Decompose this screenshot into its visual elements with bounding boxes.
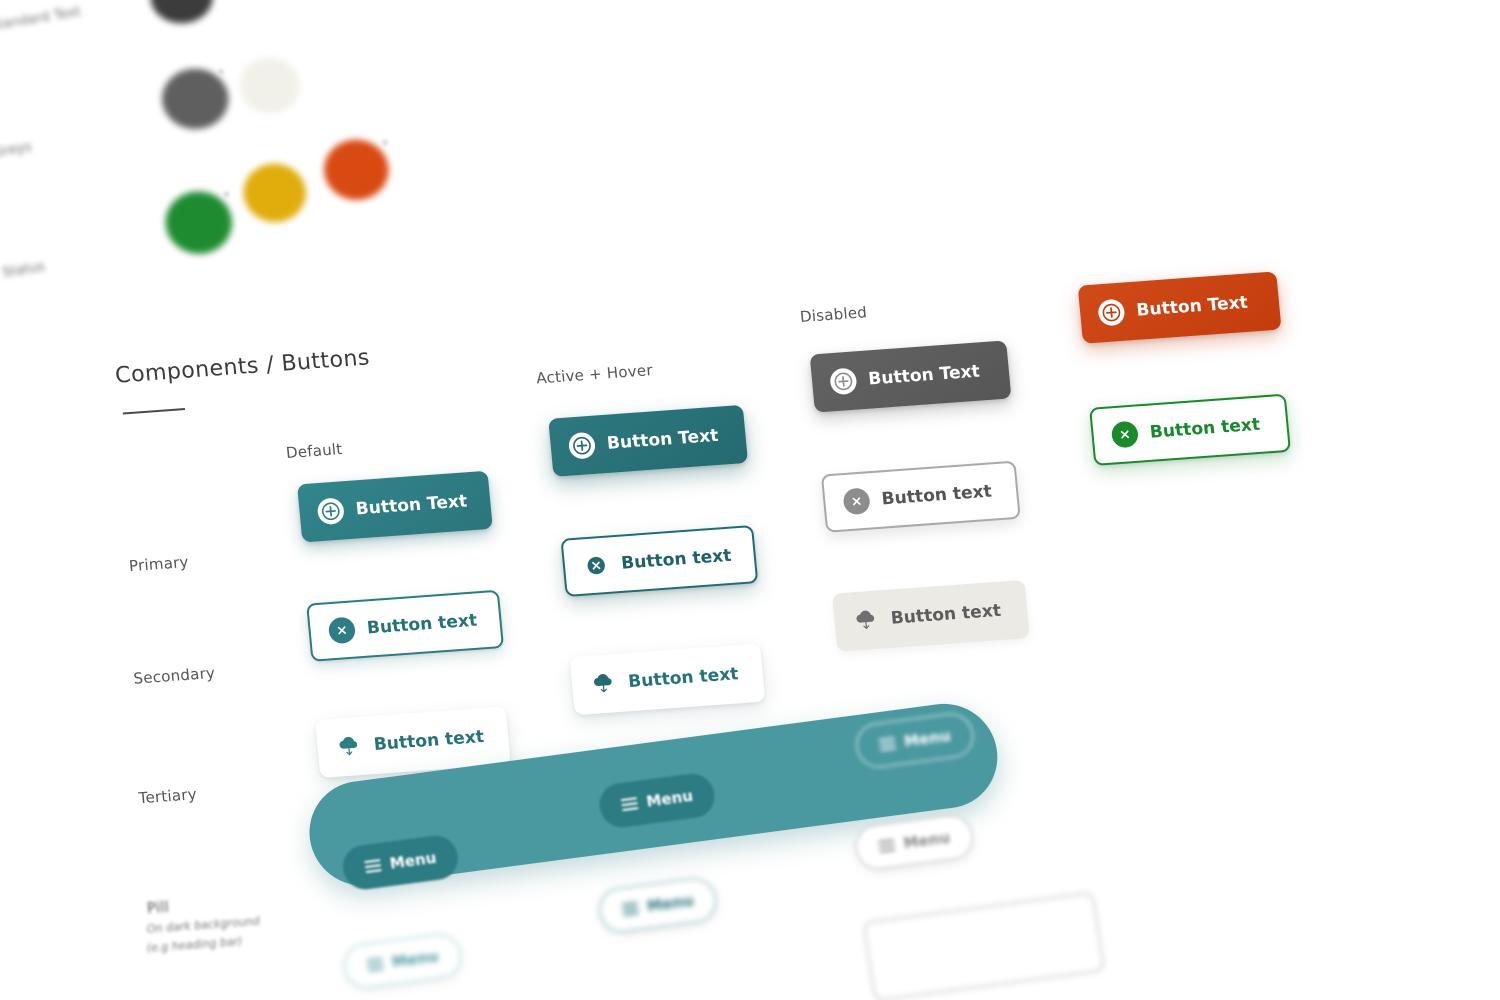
plus-circle-icon bbox=[316, 497, 346, 526]
swatch-row-label-standard-text: Standard Text bbox=[0, 4, 83, 35]
title-underline bbox=[122, 407, 186, 415]
column-header-disabled: Disabled bbox=[799, 303, 868, 327]
row-label-primary: Primary bbox=[128, 552, 190, 576]
swatch-text-dark bbox=[148, 0, 216, 26]
cropped-card-outline bbox=[862, 891, 1106, 1000]
button-primary-default[interactable]: Button Text bbox=[296, 470, 493, 543]
row-label-pill: Pill bbox=[146, 897, 170, 918]
button-tertiary-disabled: Button text bbox=[831, 579, 1030, 652]
button-label: Button text bbox=[366, 610, 478, 639]
cloud-download-icon bbox=[852, 607, 880, 635]
button-tertiary-active-hover[interactable]: Button text bbox=[569, 643, 766, 716]
pill-label: Menu bbox=[902, 726, 952, 751]
sheet-canvas: Standard Text Greys Status Components / … bbox=[0, 0, 1500, 1000]
swatch-row-label-status: Status bbox=[1, 259, 47, 282]
button-secondary-success[interactable]: Button text bbox=[1089, 393, 1291, 466]
button-primary-disabled: Button Text bbox=[809, 340, 1012, 413]
pill-label: Menu bbox=[390, 947, 440, 972]
swatch-marker-dot bbox=[223, 191, 230, 198]
button-label: Button Text bbox=[354, 491, 469, 520]
pill-label: Menu bbox=[388, 848, 438, 873]
swatch-status-red bbox=[321, 137, 392, 203]
hamburger-icon bbox=[364, 859, 382, 874]
button-label: Button text bbox=[889, 600, 1002, 629]
swatch-status-green bbox=[162, 189, 235, 257]
swatch-row-label-greys: Greys bbox=[0, 139, 34, 161]
hamburger-icon bbox=[620, 797, 639, 812]
button-secondary-disabled: Button text bbox=[820, 460, 1021, 533]
hamburger-icon bbox=[878, 737, 897, 752]
swatch-marker-dot bbox=[217, 68, 225, 76]
swatch-marker-dot bbox=[381, 139, 389, 146]
column-header-active-hover: Active + Hover bbox=[535, 361, 654, 388]
page-title: Components / Buttons bbox=[114, 345, 371, 389]
plus-circle-icon bbox=[829, 367, 858, 396]
button-label: Button text bbox=[620, 545, 733, 574]
button-label: Button text bbox=[880, 481, 993, 510]
row-label-tertiary: Tertiary bbox=[137, 785, 198, 808]
cloud-download-icon bbox=[335, 733, 363, 761]
row-sublabel-pill-line1: On dark background bbox=[146, 914, 261, 936]
pill-label: Menu bbox=[645, 891, 695, 916]
hamburger-icon bbox=[366, 957, 385, 972]
hamburger-icon bbox=[621, 901, 640, 916]
swatch-grey-mid bbox=[159, 66, 232, 132]
swatch-grey-offwhite bbox=[237, 55, 303, 116]
column-header-default: Default bbox=[285, 439, 344, 463]
row-sublabel-pill-line2: (e.g heading bar) bbox=[146, 934, 244, 955]
pill-label: Menu bbox=[902, 828, 952, 853]
button-label: Button Text bbox=[606, 425, 720, 454]
button-secondary-default[interactable]: Button text bbox=[306, 589, 505, 662]
close-circle-icon bbox=[327, 616, 357, 645]
button-primary-danger[interactable]: Button Text bbox=[1077, 271, 1282, 344]
hamburger-icon bbox=[877, 838, 896, 853]
button-primary-active-hover[interactable]: Button Text bbox=[548, 404, 749, 477]
pill-menu-on-light-default[interactable]: Menu bbox=[596, 875, 720, 935]
button-label: Button Text bbox=[1135, 292, 1249, 321]
color-swatch-band: Standard Text Greys Status bbox=[0, 0, 683, 328]
cloud-download-icon bbox=[589, 670, 617, 698]
button-label: Button text bbox=[627, 664, 740, 693]
pill-menu-on-light-grey[interactable]: Menu bbox=[852, 812, 977, 872]
button-label: Button text bbox=[1148, 414, 1261, 443]
design-spec-sheet: Standard Text Greys Status Components / … bbox=[0, 0, 1500, 1000]
pill-menu-on-light-soft[interactable]: Menu bbox=[340, 931, 465, 991]
button-secondary-active-hover[interactable]: Button text bbox=[560, 524, 759, 597]
button-label: Button Text bbox=[867, 361, 981, 390]
plus-circle-icon bbox=[567, 431, 597, 460]
close-circle-icon bbox=[582, 552, 610, 580]
close-circle-icon bbox=[842, 487, 871, 516]
close-circle-icon bbox=[1110, 420, 1140, 449]
plus-circle-icon bbox=[1097, 298, 1126, 327]
pill-label: Menu bbox=[645, 786, 695, 811]
button-label: Button text bbox=[372, 726, 485, 755]
row-label-secondary: Secondary bbox=[132, 663, 216, 688]
swatch-status-amber bbox=[240, 161, 309, 225]
